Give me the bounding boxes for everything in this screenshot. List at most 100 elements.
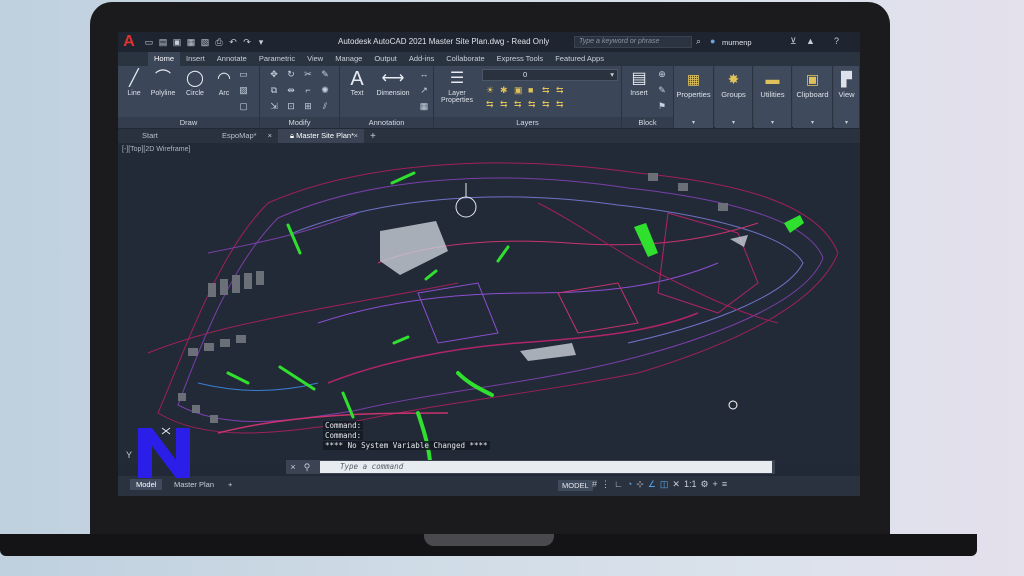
menu-icon[interactable]: ≡ bbox=[722, 479, 727, 490]
layer-unlock-icon[interactable]: ⇆ bbox=[514, 99, 528, 113]
tab-annotate[interactable]: Annotate bbox=[211, 52, 253, 66]
dimension-tool-button[interactable]: ⟷ Dimension bbox=[372, 68, 414, 97]
circle-tool-button[interactable]: ◯ Circle bbox=[182, 68, 208, 97]
scale-icon[interactable]: ⊡ bbox=[283, 101, 299, 116]
copy-icon[interactable]: ⧉ bbox=[266, 85, 282, 100]
drawing-canvas[interactable] bbox=[118, 143, 860, 463]
layers-panel-title[interactable]: Layers bbox=[434, 117, 621, 128]
tab-home[interactable]: Home bbox=[148, 52, 181, 66]
trim-icon[interactable]: ✂ bbox=[300, 69, 316, 84]
tab-view[interactable]: View bbox=[301, 52, 329, 66]
layer-merge-icon[interactable]: ⇆ bbox=[542, 99, 556, 113]
user-icon[interactable]: ● bbox=[710, 36, 715, 46]
leader-icon[interactable]: ↗ bbox=[418, 85, 430, 100]
layer-delete-icon[interactable]: ⇆ bbox=[556, 99, 570, 113]
print-icon[interactable]: ⎙ bbox=[214, 37, 224, 48]
attribute-icon[interactable]: ⚑ bbox=[656, 101, 668, 116]
search-icon[interactable]: ⌕ bbox=[696, 36, 701, 47]
snap-icon[interactable]: ⋮ bbox=[601, 479, 610, 490]
insert-block-button[interactable]: ▤ Insert bbox=[624, 68, 654, 97]
save-icon[interactable]: ▣ bbox=[172, 37, 182, 48]
layer-freeze-icon[interactable]: ✱ bbox=[500, 85, 514, 99]
tab-parametric[interactable]: Parametric bbox=[253, 52, 301, 66]
layer-match-icon[interactable]: ⇆ bbox=[542, 85, 556, 99]
fillet-icon[interactable]: ⌐ bbox=[300, 85, 316, 100]
tab-express-tools[interactable]: Express Tools bbox=[491, 52, 550, 66]
layer-iso-icon[interactable]: ⇆ bbox=[556, 85, 570, 99]
layer-lock-icon[interactable]: ▣ bbox=[514, 85, 528, 99]
text-tool-button[interactable]: A Text bbox=[346, 68, 368, 97]
cart-icon[interactable]: ⊻ bbox=[790, 36, 797, 47]
layout-tab-model[interactable]: Model bbox=[130, 479, 163, 490]
lineweight-icon[interactable]: ∠ bbox=[648, 479, 656, 490]
layout-tab-master-plan[interactable]: Master Plan bbox=[168, 479, 220, 490]
scale-value[interactable]: 1:1 bbox=[684, 479, 697, 490]
layer-color-icon[interactable]: ■ bbox=[528, 85, 542, 99]
create-block-icon[interactable]: ⊕ bbox=[656, 69, 668, 84]
command-input[interactable]: Type a command bbox=[320, 461, 772, 473]
layer-on-icon[interactable]: ☀ bbox=[486, 85, 500, 99]
layer-properties-button[interactable]: ☰ Layer Properties bbox=[436, 68, 478, 104]
table-icon[interactable]: ▦ bbox=[418, 101, 430, 116]
autocad-logo-icon[interactable]: A bbox=[118, 32, 140, 52]
layer-thaw-icon[interactable]: ⇆ bbox=[500, 99, 514, 113]
transparency-icon[interactable]: ◫ bbox=[660, 479, 669, 490]
offset-icon[interactable]: ⫽ bbox=[317, 101, 333, 116]
tab-manage[interactable]: Manage bbox=[329, 52, 368, 66]
autodesk-app-icon[interactable]: ▲ bbox=[806, 36, 815, 46]
layer-walk-icon[interactable]: ⇆ bbox=[528, 99, 542, 113]
grid-icon[interactable]: # bbox=[592, 479, 597, 490]
edit-block-icon[interactable]: ✎ bbox=[656, 85, 668, 100]
save-as-icon[interactable]: ▦ bbox=[186, 37, 196, 48]
plus-icon[interactable]: + bbox=[713, 479, 718, 490]
tab-add-ins[interactable]: Add-ins bbox=[403, 52, 440, 66]
linear-dim-icon[interactable]: ↔ bbox=[418, 69, 430, 84]
close-icon[interactable]: × bbox=[268, 129, 272, 143]
close-icon[interactable]: × bbox=[286, 462, 300, 472]
file-tab-master-site-plan[interactable]: 🔒︎ Master Site Plan* × bbox=[278, 129, 364, 143]
viewport-controls[interactable]: [-][Top][2D Wireframe] bbox=[122, 146, 190, 153]
file-tab-start[interactable]: Start bbox=[118, 129, 198, 143]
open-file-icon[interactable]: ▤ bbox=[158, 37, 168, 48]
polyline-tool-button[interactable]: ⌒ Polyline bbox=[148, 68, 178, 97]
gear-icon[interactable]: ⚙ bbox=[700, 479, 708, 490]
modify-panel-title[interactable]: Modify bbox=[260, 117, 339, 128]
array-icon[interactable]: ⊞ bbox=[300, 101, 316, 116]
undo-icon[interactable]: ↶ bbox=[228, 37, 238, 48]
layer-off-icon[interactable]: ⇆ bbox=[486, 99, 500, 113]
tab-collaborate[interactable]: Collaborate bbox=[440, 52, 490, 66]
new-file-icon[interactable]: ▭ bbox=[144, 37, 154, 48]
view-button[interactable]: ▛ View ▾ bbox=[834, 66, 860, 128]
model-space-button[interactable]: MODEL bbox=[558, 480, 593, 491]
add-tab-icon[interactable]: + bbox=[364, 131, 376, 142]
rectangle-icon[interactable]: ▭ bbox=[238, 69, 249, 84]
stretch-icon[interactable]: ⇲ bbox=[266, 101, 282, 116]
move-icon[interactable]: ✥ bbox=[266, 69, 282, 84]
customize-toolbar-icon[interactable]: ▾ bbox=[256, 37, 266, 48]
customize-icon[interactable]: ⚲ bbox=[300, 462, 314, 473]
redo-icon[interactable]: ↷ bbox=[242, 37, 252, 48]
utilities-button[interactable]: ▬ Utilities ▾ bbox=[754, 66, 792, 128]
region-icon[interactable]: ▢ bbox=[238, 101, 249, 116]
erase-icon[interactable]: ✎ bbox=[317, 69, 333, 84]
file-tab-espomap[interactable]: EspoMap* × bbox=[198, 129, 278, 143]
annotation-scale-icon[interactable]: ✕ bbox=[672, 479, 680, 490]
polar-icon[interactable]: ◔ bbox=[627, 479, 632, 490]
line-tool-button[interactable]: ╱ Line bbox=[122, 68, 146, 97]
add-layout-icon[interactable]: + bbox=[222, 479, 238, 490]
help-icon[interactable]: ? bbox=[834, 36, 839, 46]
block-panel-title[interactable]: Block bbox=[622, 117, 673, 128]
osnap-icon[interactable]: ⊹ bbox=[636, 479, 644, 490]
groups-button[interactable]: ✸ Groups ▾ bbox=[715, 66, 753, 128]
draw-panel-title[interactable]: Draw bbox=[118, 117, 259, 128]
annotation-panel-title[interactable]: Annotation bbox=[340, 117, 433, 128]
layer-dropdown[interactable]: 0 ▾ bbox=[482, 69, 618, 81]
arc-tool-button[interactable]: ◠ Arc bbox=[212, 68, 236, 97]
user-name[interactable]: murnenp bbox=[722, 38, 752, 47]
web-mobile-icon[interactable]: ▧ bbox=[200, 37, 210, 48]
clipboard-button[interactable]: ▣ Clipboard ▾ bbox=[793, 66, 833, 128]
tab-insert[interactable]: Insert bbox=[180, 52, 211, 66]
properties-button[interactable]: ▦ Properties ▾ bbox=[674, 66, 714, 128]
tab-featured-apps[interactable]: Featured Apps bbox=[549, 52, 610, 66]
rotate-icon[interactable]: ↻ bbox=[283, 69, 299, 84]
